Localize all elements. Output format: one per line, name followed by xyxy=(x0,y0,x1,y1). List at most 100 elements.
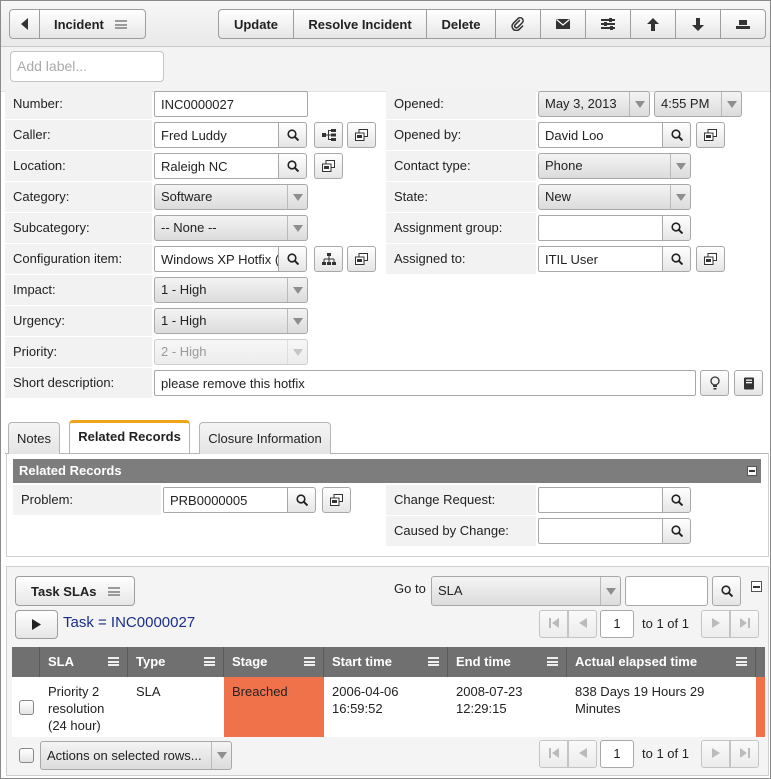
category-value: Software xyxy=(161,189,213,204)
tab-notes[interactable]: Notes xyxy=(8,422,60,454)
assigned-to-lookup-button[interactable] xyxy=(662,246,691,272)
email-button[interactable] xyxy=(540,9,586,39)
change-request-field[interactable] xyxy=(538,487,663,513)
column-menu-icon[interactable] xyxy=(204,657,215,666)
run-filter-button[interactable] xyxy=(15,610,58,639)
category-select[interactable]: Software xyxy=(154,184,308,210)
task-slas-menu-button[interactable]: Task SLAs xyxy=(15,576,135,606)
column-menu-icon[interactable] xyxy=(736,657,747,666)
problem-field[interactable]: PRB0000005 xyxy=(163,487,288,513)
tab-closure-information[interactable]: Closure Information xyxy=(199,422,331,454)
column-header-start-time[interactable]: Start time xyxy=(324,647,448,677)
goto-search-button[interactable] xyxy=(712,576,741,606)
assignment-group-field[interactable] xyxy=(538,215,663,241)
column-menu-icon[interactable] xyxy=(108,657,119,666)
list-collapse-icon[interactable] xyxy=(751,581,762,592)
configuration-item-field[interactable]: Windows XP Hotfix ( xyxy=(154,246,279,272)
opened-by-field[interactable]: David Loo xyxy=(538,122,663,148)
goto-field-select[interactable]: SLA xyxy=(431,576,621,606)
caused-by-change-field[interactable] xyxy=(538,518,663,544)
column-header-type[interactable]: Type xyxy=(128,647,224,677)
column-header-sla[interactable]: SLA xyxy=(40,647,128,677)
column-menu-icon[interactable] xyxy=(547,657,558,666)
previous-page-button-bottom[interactable] xyxy=(568,740,597,768)
last-page-button[interactable] xyxy=(730,610,759,638)
opened-date-select[interactable]: May 3, 2013 xyxy=(538,91,650,117)
impact-select[interactable]: 1 - High xyxy=(154,277,308,303)
state-select[interactable]: New xyxy=(538,184,691,210)
last-page-button-bottom[interactable] xyxy=(730,740,759,768)
back-button[interactable] xyxy=(9,9,40,39)
add-label-input[interactable]: Add label... xyxy=(10,51,164,82)
sla-name-cell[interactable]: Priority 2 resolution (24 hour) xyxy=(40,677,128,737)
select-all-checkbox[interactable] xyxy=(19,748,34,763)
caused-by-change-lookup-button[interactable] xyxy=(662,518,691,544)
chevron-down-icon xyxy=(287,309,307,333)
change-request-lookup-button[interactable] xyxy=(662,487,691,513)
assignment-group-lookup-button[interactable] xyxy=(662,215,691,241)
location-preview-button[interactable] xyxy=(314,153,343,179)
column-menu-icon[interactable] xyxy=(428,657,439,666)
short-description-field[interactable]: please remove this hotfix xyxy=(154,370,696,396)
location-field[interactable]: Raleigh NC xyxy=(154,153,279,179)
problem-preview-button[interactable] xyxy=(322,487,351,513)
update-button[interactable]: Update xyxy=(218,9,294,39)
row-select-checkbox[interactable] xyxy=(19,700,34,715)
knowledge-button[interactable] xyxy=(734,370,763,396)
delete-button[interactable]: Delete xyxy=(426,9,496,39)
state-value: New xyxy=(545,189,572,204)
column-header-label: Actual elapsed time xyxy=(575,654,698,669)
sla-stage-cell: Breached xyxy=(224,677,324,737)
filter-breadcrumb[interactable]: Task = INC0000027 xyxy=(63,614,195,631)
problem-lookup-button[interactable] xyxy=(287,487,316,513)
location-lookup-button[interactable] xyxy=(278,153,307,179)
collapse-header-button[interactable] xyxy=(720,9,766,39)
resolve-incident-button[interactable]: Resolve Incident xyxy=(293,9,427,39)
page-number-input[interactable]: 1 xyxy=(600,610,634,638)
column-header-actual-elapsed-time[interactable]: Actual elapsed time xyxy=(567,647,756,677)
column-header-stage[interactable]: Stage xyxy=(224,647,324,677)
search-icon xyxy=(286,129,299,141)
configuration-item-lookup-button[interactable] xyxy=(278,246,307,272)
first-page-button[interactable] xyxy=(539,610,568,638)
configuration-item-map-button[interactable] xyxy=(314,246,343,272)
previous-record-button[interactable] xyxy=(630,9,676,39)
caller-lookup-button[interactable] xyxy=(278,122,307,148)
list-actions-value: Actions on selected rows... xyxy=(47,748,202,763)
first-page-button-bottom[interactable] xyxy=(539,740,568,768)
caller-hierarchy-button[interactable] xyxy=(314,122,343,148)
column-header-label: Type xyxy=(136,654,166,669)
list-actions-select[interactable]: Actions on selected rows... xyxy=(40,741,232,770)
form-title-menu[interactable]: Incident xyxy=(39,9,146,39)
suggestion-button[interactable] xyxy=(700,370,729,396)
search-icon xyxy=(295,494,308,506)
caller-preview-button[interactable] xyxy=(347,122,376,148)
collapse-icon[interactable] xyxy=(747,466,757,476)
page-number-input-bottom[interactable]: 1 xyxy=(600,740,634,768)
next-page-button-bottom[interactable] xyxy=(701,740,730,768)
urgency-select[interactable]: 1 - High xyxy=(154,308,308,334)
column-menu-icon[interactable] xyxy=(304,657,315,666)
goto-search-input[interactable] xyxy=(625,576,708,606)
subcategory-select[interactable]: -- None -- xyxy=(154,215,308,241)
opened-by-preview-button[interactable] xyxy=(696,122,725,148)
contact-type-select[interactable]: Phone xyxy=(538,153,691,179)
column-header-end-time[interactable]: End time xyxy=(448,647,567,677)
urgency-value: 1 - High xyxy=(161,313,207,328)
opened-by-lookup-button[interactable] xyxy=(662,122,691,148)
next-record-button[interactable] xyxy=(675,9,721,39)
configuration-item-preview-button[interactable] xyxy=(347,246,376,272)
number-field[interactable]: INC0000027 xyxy=(154,91,308,117)
sla-start-time-cell: 2006-04-06 16:59:52 xyxy=(332,684,399,716)
assigned-to-preview-button[interactable] xyxy=(696,246,725,272)
attachment-button[interactable] xyxy=(495,9,541,39)
tab-related-records[interactable]: Related Records xyxy=(69,420,190,453)
opened-time-select[interactable]: 4:55 PM xyxy=(654,91,742,117)
personalize-button[interactable] xyxy=(585,9,631,39)
caller-field[interactable]: Fred Luddy xyxy=(154,122,279,148)
chevron-down-icon xyxy=(721,92,741,116)
previous-page-button[interactable] xyxy=(568,610,597,638)
arrow-down-icon xyxy=(692,17,704,31)
next-page-button[interactable] xyxy=(701,610,730,638)
assigned-to-field[interactable]: ITIL User xyxy=(538,246,663,272)
